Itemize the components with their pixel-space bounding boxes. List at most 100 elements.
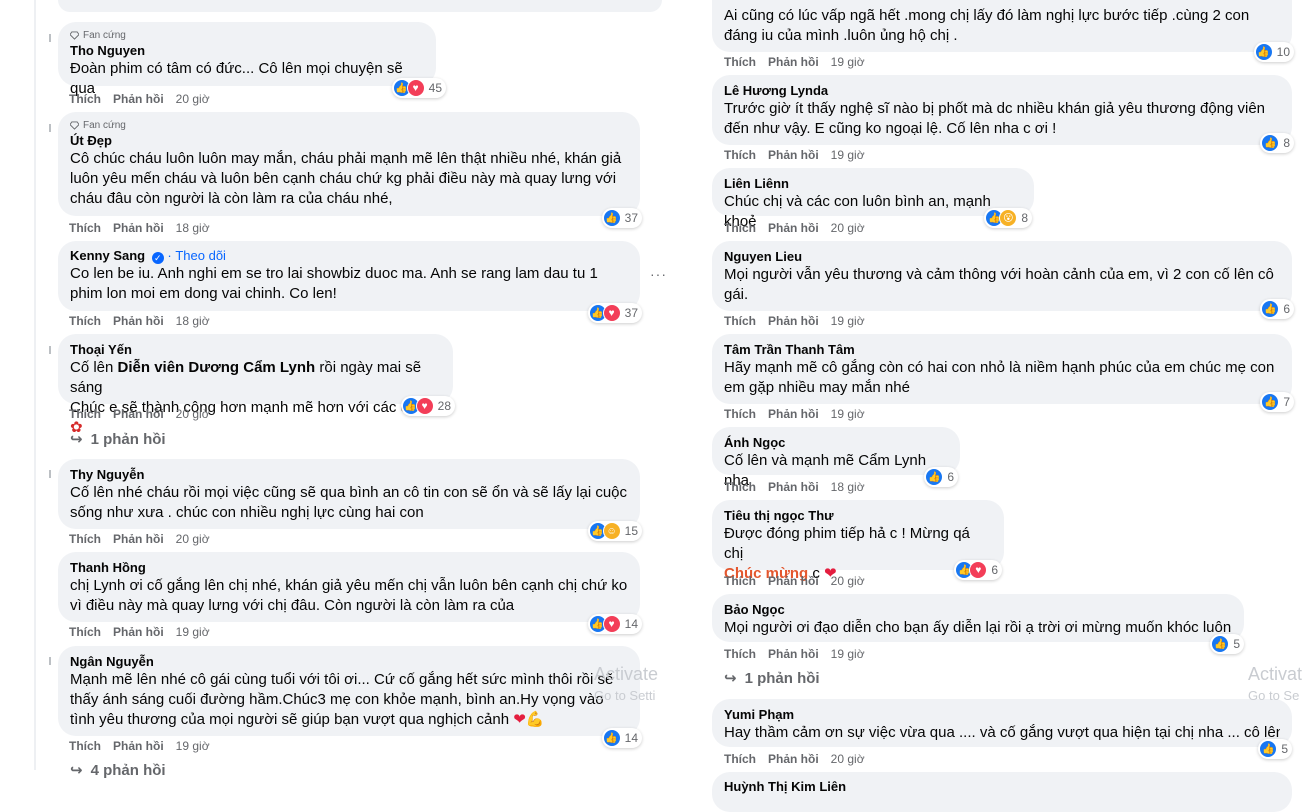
like-button[interactable]: Thích xyxy=(69,407,101,421)
comment: Thanh Hồng chị Lynh ơi cố gắng lên chị n… xyxy=(58,552,642,634)
care-reaction-icon: ☺ xyxy=(602,522,621,540)
comment-author[interactable]: Tho Nguyen xyxy=(70,43,424,59)
reply-button[interactable]: Phản hồi xyxy=(768,647,819,661)
comment-author[interactable]: Yumi Phạm xyxy=(724,707,1280,723)
reaction-summary[interactable]: 👍 8 xyxy=(1260,133,1294,153)
timestamp[interactable]: 19 giờ xyxy=(831,647,865,661)
reply-button[interactable]: Phản hồi xyxy=(113,532,164,546)
reply-button[interactable]: Phản hồi xyxy=(113,92,164,106)
reply-button[interactable]: Phản hồi xyxy=(113,739,164,753)
like-button[interactable]: Thích xyxy=(724,752,756,766)
comment-author[interactable]: Tiêu thị ngọc Thư xyxy=(724,508,992,524)
reaction-summary[interactable]: 👍 ♥ 28 xyxy=(400,396,455,416)
reply-button[interactable]: Phản hồi xyxy=(768,314,819,328)
timestamp[interactable]: 19 giờ xyxy=(831,407,865,421)
reply-button[interactable]: Phản hồi xyxy=(768,148,819,162)
reaction-summary[interactable]: 👍 14 xyxy=(601,728,642,748)
view-replies-link[interactable]: ↪ 1 phản hồi xyxy=(70,430,166,449)
like-button[interactable]: Thích xyxy=(724,55,756,69)
like-reaction-icon: 👍 xyxy=(925,468,944,486)
comment-author[interactable]: Thy Nguyễn xyxy=(70,467,628,483)
comment-author[interactable]: Liên Liênn xyxy=(724,176,1022,192)
comment-author[interactable]: Bảo Ngọc xyxy=(724,602,1232,618)
like-button[interactable]: Thích xyxy=(69,92,101,106)
reaction-summary[interactable]: 👍 6 xyxy=(1260,299,1294,319)
like-button[interactable]: Thích xyxy=(69,314,101,328)
timestamp[interactable]: 19 giờ xyxy=(176,739,210,753)
reply-button[interactable]: Phản hồi xyxy=(768,752,819,766)
like-button[interactable]: Thích xyxy=(724,407,756,421)
reply-button[interactable]: Phản hồi xyxy=(768,221,819,235)
like-reaction-icon: 👍 xyxy=(1254,43,1273,61)
reaction-summary[interactable]: 👍 ☺ 15 xyxy=(587,521,642,541)
reaction-summary[interactable]: 👍 5 xyxy=(1210,634,1244,654)
author-name[interactable]: Kenny Sang xyxy=(70,248,145,263)
reaction-summary[interactable]: 👍 ♥ 45 xyxy=(391,78,446,98)
timestamp[interactable]: 18 giờ xyxy=(831,480,865,494)
comment-author[interactable]: Nguyen Lieu xyxy=(724,249,1280,265)
timestamp[interactable]: 20 giờ xyxy=(176,532,210,546)
comment-author[interactable]: Lê Hương Lynda xyxy=(724,83,1280,99)
like-button[interactable]: Thích xyxy=(69,532,101,546)
comment-author[interactable]: Huỳnh Thị Kim Liên xyxy=(724,779,1280,795)
timestamp[interactable]: 20 giờ xyxy=(831,574,865,588)
avatar[interactable] xyxy=(49,124,51,132)
like-button[interactable]: Thích xyxy=(724,480,756,494)
reaction-summary[interactable]: 👍 7 xyxy=(1260,392,1294,412)
comment-author[interactable]: Ánh Ngọc xyxy=(724,435,948,451)
reply-button[interactable]: Phản hồi xyxy=(113,221,164,235)
reaction-summary[interactable]: 👍 😮 8 xyxy=(984,208,1032,228)
like-button[interactable]: Thích xyxy=(69,739,101,753)
reply-button[interactable]: Phản hồi xyxy=(113,314,164,328)
avatar[interactable] xyxy=(49,657,51,665)
reply-button[interactable]: Phản hồi xyxy=(768,574,819,588)
view-replies-link[interactable]: ↪ 1 phản hồi xyxy=(724,669,820,688)
timestamp[interactable]: 18 giờ xyxy=(176,314,210,328)
timestamp[interactable]: 18 giờ xyxy=(176,221,210,235)
reply-button[interactable]: Phản hồi xyxy=(113,407,164,421)
previous-comment-bubble xyxy=(58,0,662,12)
mention-link[interactable]: Diễn viên Dương Cẩm Lynh xyxy=(118,359,316,376)
reaction-summary[interactable]: 👍 ♥ 14 xyxy=(587,614,642,634)
like-button[interactable]: Thích xyxy=(724,574,756,588)
like-button[interactable]: Thích xyxy=(724,148,756,162)
timestamp[interactable]: 19 giờ xyxy=(831,148,865,162)
reply-button[interactable]: Phản hồi xyxy=(113,625,164,639)
timestamp[interactable]: 20 giờ xyxy=(176,407,210,421)
like-button[interactable]: Thích xyxy=(724,647,756,661)
reply-button[interactable]: Phản hồi xyxy=(768,480,819,494)
comment: Fan cứng Út Đẹp Cô chúc cháu luôn luôn m… xyxy=(58,112,642,228)
comment-author[interactable]: Thanh Hồng xyxy=(70,560,628,576)
avatar[interactable] xyxy=(49,346,51,354)
timestamp[interactable]: 19 giờ xyxy=(831,55,865,69)
view-replies-link[interactable]: ↪ 4 phản hồi xyxy=(70,761,166,780)
avatar[interactable] xyxy=(49,470,51,478)
more-options-button[interactable]: ··· xyxy=(650,266,667,282)
reaction-summary[interactable]: 👍 ♥ 37 xyxy=(587,303,642,323)
diamond-icon xyxy=(70,31,79,40)
timestamp[interactable]: 20 giờ xyxy=(176,92,210,106)
like-button[interactable]: Thích xyxy=(69,221,101,235)
comment: Bảo Ngọc Mọi người ơi đạo diễn cho bạn ấ… xyxy=(712,594,1244,654)
timestamp[interactable]: 20 giờ xyxy=(831,221,865,235)
avatar[interactable] xyxy=(49,34,51,42)
reply-button[interactable]: Phản hồi xyxy=(768,55,819,69)
comment-author[interactable]: Tâm Trần Thanh Tâm xyxy=(724,342,1280,358)
like-button[interactable]: Thích xyxy=(724,314,756,328)
reply-button[interactable]: Phản hồi xyxy=(768,407,819,421)
follow-button[interactable]: Theo dõi xyxy=(175,248,226,263)
reaction-summary[interactable]: 👍 5 xyxy=(1258,739,1292,759)
timestamp[interactable]: 19 giờ xyxy=(176,625,210,639)
comment-author[interactable]: Thoại Yến xyxy=(70,342,441,358)
timestamp[interactable]: 19 giờ xyxy=(831,314,865,328)
reaction-summary[interactable]: 👍 37 xyxy=(601,208,642,228)
timestamp[interactable]: 20 giờ xyxy=(831,752,865,766)
comment-author[interactable]: Ngân Nguyễn xyxy=(70,654,628,670)
reaction-summary[interactable]: 👍 ♥ 6 xyxy=(954,560,1002,580)
comment-author[interactable]: Út Đẹp xyxy=(70,133,628,149)
like-button[interactable]: Thích xyxy=(724,221,756,235)
like-button[interactable]: Thích xyxy=(69,625,101,639)
reaction-summary[interactable]: 👍 6 xyxy=(924,467,958,487)
comment-bubble: Thoại Yến Cố lên Diễn viên Dương Cẩm Lyn… xyxy=(58,334,455,436)
reaction-summary[interactable]: 👍 10 xyxy=(1253,42,1294,62)
